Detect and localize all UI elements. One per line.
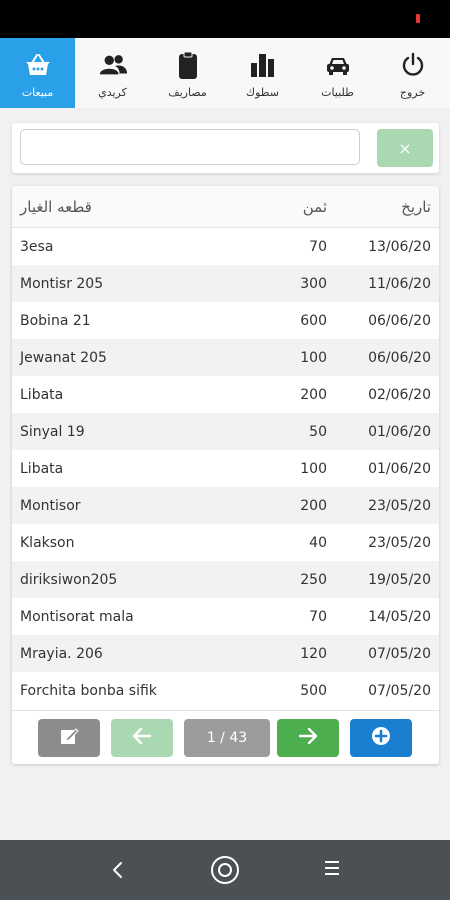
cell-date: 07/05/20 <box>368 682 431 699</box>
cell-price: 70 <box>309 238 327 255</box>
sales-table: قطعه الغيار ثمن تاريخ 3esa 70 13/06/20 M… <box>12 186 439 764</box>
table-header: قطعه الغيار ثمن تاريخ <box>12 186 439 228</box>
system-nav-bar <box>0 840 450 900</box>
nav-item-expenses[interactable]: مصاريف <box>150 38 225 108</box>
pagination-bar: 1 / 43 <box>12 710 439 764</box>
cell-price: 600 <box>300 312 327 329</box>
table-row[interactable]: Forchita bonba sifik 500 07/05/20 <box>12 672 439 709</box>
cell-name: Jewanat 205 <box>20 349 107 366</box>
table-row[interactable]: 3esa 70 13/06/20 <box>12 228 439 265</box>
table-row[interactable]: diriksiwon205 250 19/05/20 <box>12 561 439 598</box>
next-page-button[interactable] <box>277 719 339 757</box>
cell-date: 23/05/20 <box>368 497 431 514</box>
power-icon <box>398 50 428 80</box>
cell-price: 50 <box>309 423 327 440</box>
cell-date: 14/05/20 <box>368 608 431 625</box>
table-row[interactable]: Bobina 21 600 06/06/20 <box>12 302 439 339</box>
search-bar: × <box>12 123 439 173</box>
table-row[interactable]: Montisorat mala 70 14/05/20 <box>12 598 439 635</box>
home-icon[interactable] <box>211 856 239 884</box>
status-bar <box>0 0 450 38</box>
search-input[interactable] <box>20 129 360 165</box>
cell-name: Libata <box>20 386 64 403</box>
table-row[interactable]: Libata 200 02/06/20 <box>12 376 439 413</box>
nav-label: سطوك <box>246 86 279 99</box>
table-row[interactable]: Sinyal 19 50 01/06/20 <box>12 413 439 450</box>
cell-price: 120 <box>300 645 327 662</box>
nav-item-logout[interactable]: خروج <box>375 38 450 108</box>
main-content: × قطعه الغيار ثمن تاريخ 3esa 70 13/06/20… <box>0 108 450 840</box>
cell-price: 100 <box>300 460 327 477</box>
clipboard-icon <box>173 50 203 80</box>
cell-name: 3esa <box>20 238 54 255</box>
table-row[interactable]: Mrayia. 206 120 07/05/20 <box>12 635 439 672</box>
cell-name: diriksiwon205 <box>20 571 118 588</box>
cell-date: 02/06/20 <box>368 386 431 403</box>
cell-date: 06/06/20 <box>368 312 431 329</box>
edit-button[interactable] <box>38 719 100 757</box>
cell-name: Forchita bonba sifik <box>20 682 157 699</box>
cell-name: Bobina 21 <box>20 312 91 329</box>
cell-name: Montisr 205 <box>20 275 104 292</box>
nav-item-credit[interactable]: كريدي <box>75 38 150 108</box>
header-date[interactable]: تاريخ <box>327 198 439 216</box>
cell-name: Montisor <box>20 497 81 514</box>
cell-price: 300 <box>300 275 327 292</box>
cell-name: Sinyal 19 <box>20 423 85 440</box>
table-row[interactable]: Montisor 200 23/05/20 <box>12 487 439 524</box>
bar-chart-icon <box>248 50 278 80</box>
battery-icon <box>416 14 420 23</box>
cell-date: 01/06/20 <box>368 423 431 440</box>
nav-label: مصاريف <box>168 86 207 99</box>
cell-price: 70 <box>309 608 327 625</box>
arrow-right-icon <box>298 727 318 749</box>
cell-date: 23/05/20 <box>368 534 431 551</box>
cell-price: 40 <box>309 534 327 551</box>
header-part-name[interactable]: قطعه الغيار <box>12 198 262 216</box>
cell-date: 19/05/20 <box>368 571 431 588</box>
nav-label: كريدي <box>98 86 127 99</box>
top-nav: خروج طلبيات سطوك مصاريف كريدي مبيعات <box>0 38 450 108</box>
cell-price: 250 <box>300 571 327 588</box>
cell-date: 11/06/20 <box>368 275 431 292</box>
cell-name: Montisorat mala <box>20 608 134 625</box>
nav-label: طلبيات <box>321 86 354 99</box>
header-price[interactable]: ثمن <box>262 198 327 216</box>
cell-name: Libata <box>20 460 64 477</box>
page-indicator: 1 / 43 <box>184 719 270 757</box>
nav-item-sales[interactable]: مبيعات <box>0 38 75 108</box>
arrow-left-icon <box>132 727 152 749</box>
cell-date: 13/06/20 <box>368 238 431 255</box>
close-icon: × <box>398 138 412 158</box>
previous-page-button[interactable] <box>111 719 173 757</box>
cell-name: Klakson <box>20 534 75 551</box>
home-icon-inner <box>218 863 232 877</box>
menu-icon[interactable] <box>325 861 339 877</box>
table-row[interactable]: Klakson 40 23/05/20 <box>12 524 439 561</box>
table-row[interactable]: Jewanat 205 100 06/06/20 <box>12 339 439 376</box>
nav-item-stock[interactable]: سطوك <box>225 38 300 108</box>
nav-label: خروج <box>399 86 426 99</box>
edit-icon <box>59 726 79 750</box>
table-body: 3esa 70 13/06/20 Montisr 205 300 11/06/2… <box>12 228 439 709</box>
cell-date: 01/06/20 <box>368 460 431 477</box>
add-button[interactable] <box>350 719 412 757</box>
cell-price: 500 <box>300 682 327 699</box>
cell-price: 200 <box>300 386 327 403</box>
car-icon <box>323 50 353 80</box>
table-row[interactable]: Libata 100 01/06/20 <box>12 450 439 487</box>
back-icon[interactable] <box>108 856 128 884</box>
clear-search-button[interactable]: × <box>377 129 433 167</box>
nav-label: مبيعات <box>21 86 54 99</box>
nav-item-orders[interactable]: طلبيات <box>300 38 375 108</box>
cell-price: 100 <box>300 349 327 366</box>
users-icon <box>98 50 128 80</box>
cell-date: 07/05/20 <box>368 645 431 662</box>
basket-icon <box>23 50 53 80</box>
cell-name: Mrayia. 206 <box>20 645 103 662</box>
table-row[interactable]: Montisr 205 300 11/06/20 <box>12 265 439 302</box>
plus-circle-icon <box>371 726 391 750</box>
cell-date: 06/06/20 <box>368 349 431 366</box>
cell-price: 200 <box>300 497 327 514</box>
